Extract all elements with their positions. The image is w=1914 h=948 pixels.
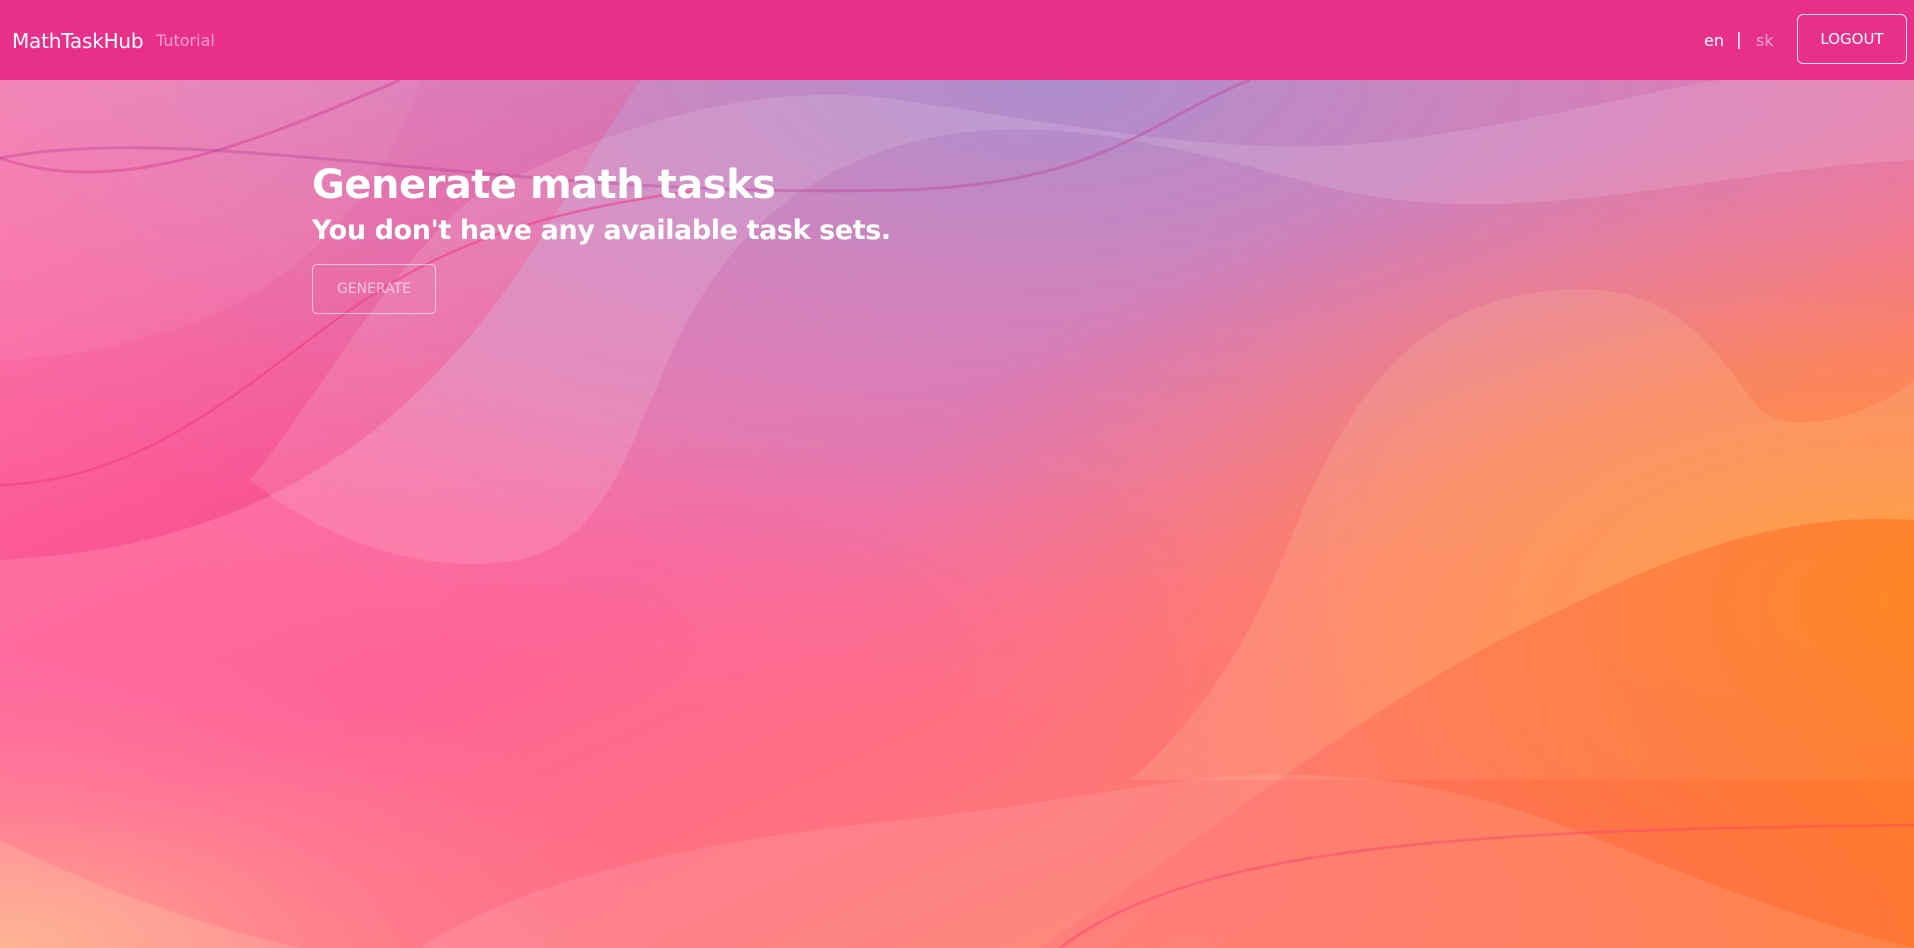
empty-state-message: You don't have any available task sets.: [312, 215, 891, 246]
generate-button[interactable]: GENERATE: [312, 264, 436, 314]
page-title: Generate math tasks: [312, 162, 776, 208]
brand-link[interactable]: MathTaskHub: [12, 29, 144, 53]
language-separator: |: [1736, 30, 1742, 50]
background-waves: [0, 80, 1914, 948]
page: MathTaskHub Tutorial en | sk LOGOUT Gene…: [0, 0, 1914, 948]
language-en[interactable]: en: [1704, 31, 1724, 51]
main-content: Generate math tasks You don't have any a…: [312, 160, 891, 314]
navbar: MathTaskHub Tutorial en | sk LOGOUT: [0, 0, 1914, 80]
logout-button[interactable]: LOGOUT: [1797, 14, 1907, 64]
nav-link-tutorial[interactable]: Tutorial: [156, 31, 215, 51]
language-sk[interactable]: sk: [1756, 31, 1774, 51]
